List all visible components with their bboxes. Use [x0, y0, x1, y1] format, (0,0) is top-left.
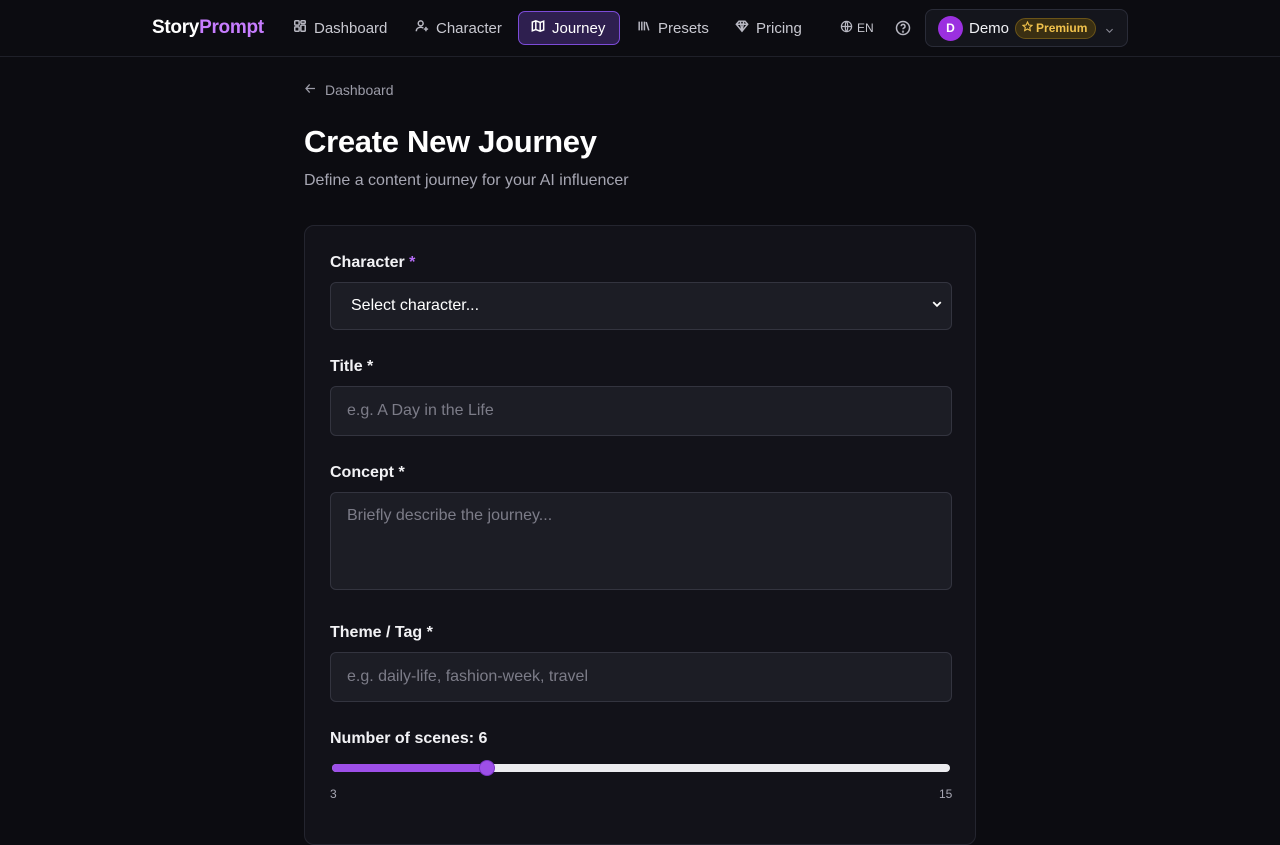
globe-icon — [840, 20, 853, 36]
nav-pricing-label: Pricing — [756, 19, 802, 37]
nav-dashboard-label: Dashboard — [314, 19, 388, 37]
top-navbar: StoryPrompt Dashboard Character Journey … — [0, 0, 1280, 57]
brand-name-part2: Prompt — [199, 17, 264, 38]
theme-input[interactable] — [330, 652, 952, 702]
slider-fill — [332, 764, 487, 772]
slider-thumb[interactable] — [478, 760, 495, 776]
premium-badge-label: Premium — [1036, 21, 1088, 35]
chevron-down-icon — [1104, 23, 1115, 34]
language-switcher[interactable]: EN — [840, 20, 874, 36]
scenes-label: Number of scenes: 6 — [330, 730, 488, 747]
slider-max-label: 15 — [939, 787, 953, 801]
user-plus-icon — [415, 19, 429, 37]
grid-icon — [293, 19, 307, 37]
required-mark: * — [409, 254, 416, 271]
language-label: EN — [857, 21, 874, 35]
back-link[interactable]: Dashboard — [304, 82, 394, 98]
slider-min-label: 3 — [330, 787, 337, 801]
character-select[interactable]: Select character... — [330, 282, 952, 330]
avatar: D — [938, 15, 963, 41]
star-icon — [1021, 20, 1034, 35]
page-title: Create New Journey — [304, 124, 597, 159]
library-icon — [637, 19, 651, 37]
nav-presets[interactable]: Presets — [625, 11, 721, 45]
concept-label: Concept * — [330, 464, 405, 481]
brand-name-part1: Story — [152, 17, 200, 38]
nav-journey-label: Journey — [552, 19, 606, 37]
character-label-text: Character — [330, 254, 405, 271]
character-select-value: Select character... — [351, 297, 480, 314]
nav-presets-label: Presets — [658, 19, 709, 37]
nav-dashboard[interactable]: Dashboard — [281, 11, 399, 45]
theme-label: Theme / Tag * — [330, 624, 433, 641]
title-input[interactable] — [330, 386, 952, 436]
nav-character-label: Character — [436, 19, 502, 37]
page-subtitle: Define a content journey for your AI inf… — [304, 172, 629, 189]
nav-character[interactable]: Character — [403, 11, 514, 45]
back-link-label: Dashboard — [325, 82, 394, 98]
character-label: Character * — [330, 254, 415, 272]
journey-form: Character * Select character... Title * … — [304, 225, 976, 845]
map-icon — [531, 19, 545, 37]
brand-logo[interactable]: StoryPrompt — [152, 17, 264, 39]
scenes-slider[interactable] — [332, 760, 950, 776]
help-button[interactable] — [895, 20, 911, 36]
nav-journey[interactable]: Journey — [518, 11, 620, 45]
chevron-down-icon — [931, 297, 943, 315]
arrow-left-icon — [304, 82, 317, 98]
concept-textarea[interactable] — [330, 492, 952, 590]
help-circle-icon — [895, 20, 911, 40]
user-menu[interactable]: D Demo Premium — [925, 9, 1128, 47]
nav-pricing[interactable]: Pricing — [723, 11, 814, 45]
user-name: Demo — [969, 19, 1010, 37]
gem-icon — [735, 19, 749, 37]
premium-badge: Premium — [1015, 17, 1097, 39]
title-label: Title * — [330, 358, 374, 375]
